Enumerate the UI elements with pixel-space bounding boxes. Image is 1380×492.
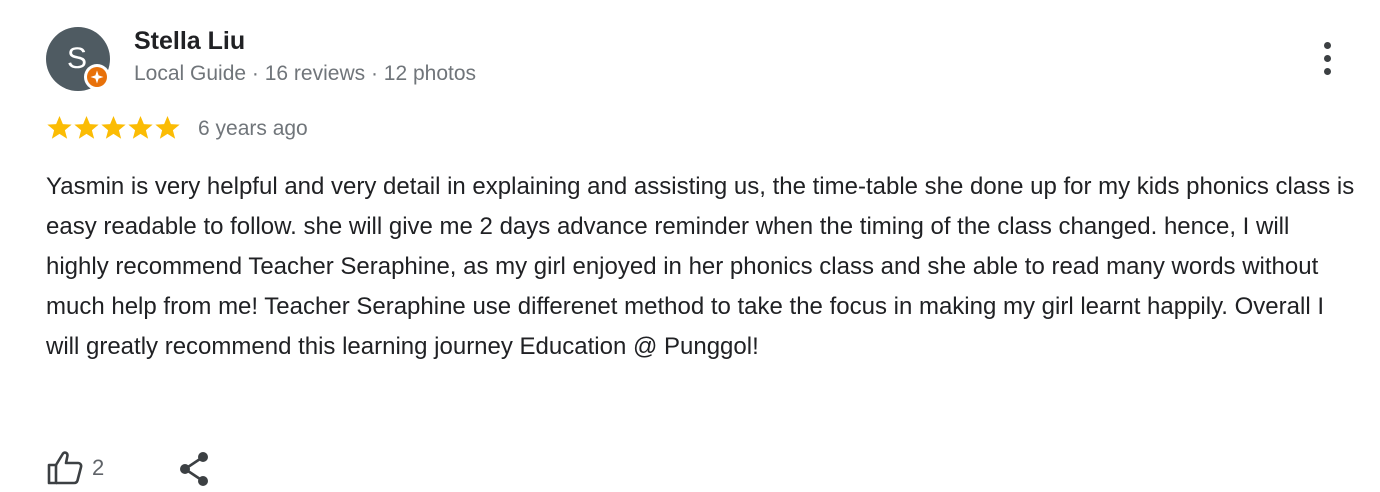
reviewer-name[interactable]: Stella Liu [134,27,245,56]
review-time: 6 years ago [198,117,308,140]
share-icon [180,452,208,486]
like-count: 2 [92,455,105,480]
reviewer-meta[interactable]: Local Guide · 16 reviews · 12 photos [134,62,476,86]
local-guide-badge [84,64,110,90]
star-icon [128,116,153,139]
star-icon [155,116,180,139]
more-options-button[interactable] [1308,38,1348,78]
star-icon [47,116,72,139]
share-button[interactable] [176,450,212,488]
like-button[interactable]: 2 [46,450,104,486]
thumbs-up-icon [47,451,83,485]
local-guide-star-icon [87,67,107,87]
star-icon [74,116,99,139]
star-icon [101,116,126,139]
star-rating [46,114,181,144]
review-card: S Stella Liu Local Guide · 16 reviews · … [0,0,1380,492]
review-text: Yasmin is very helpful and very detail i… [46,173,1355,360]
